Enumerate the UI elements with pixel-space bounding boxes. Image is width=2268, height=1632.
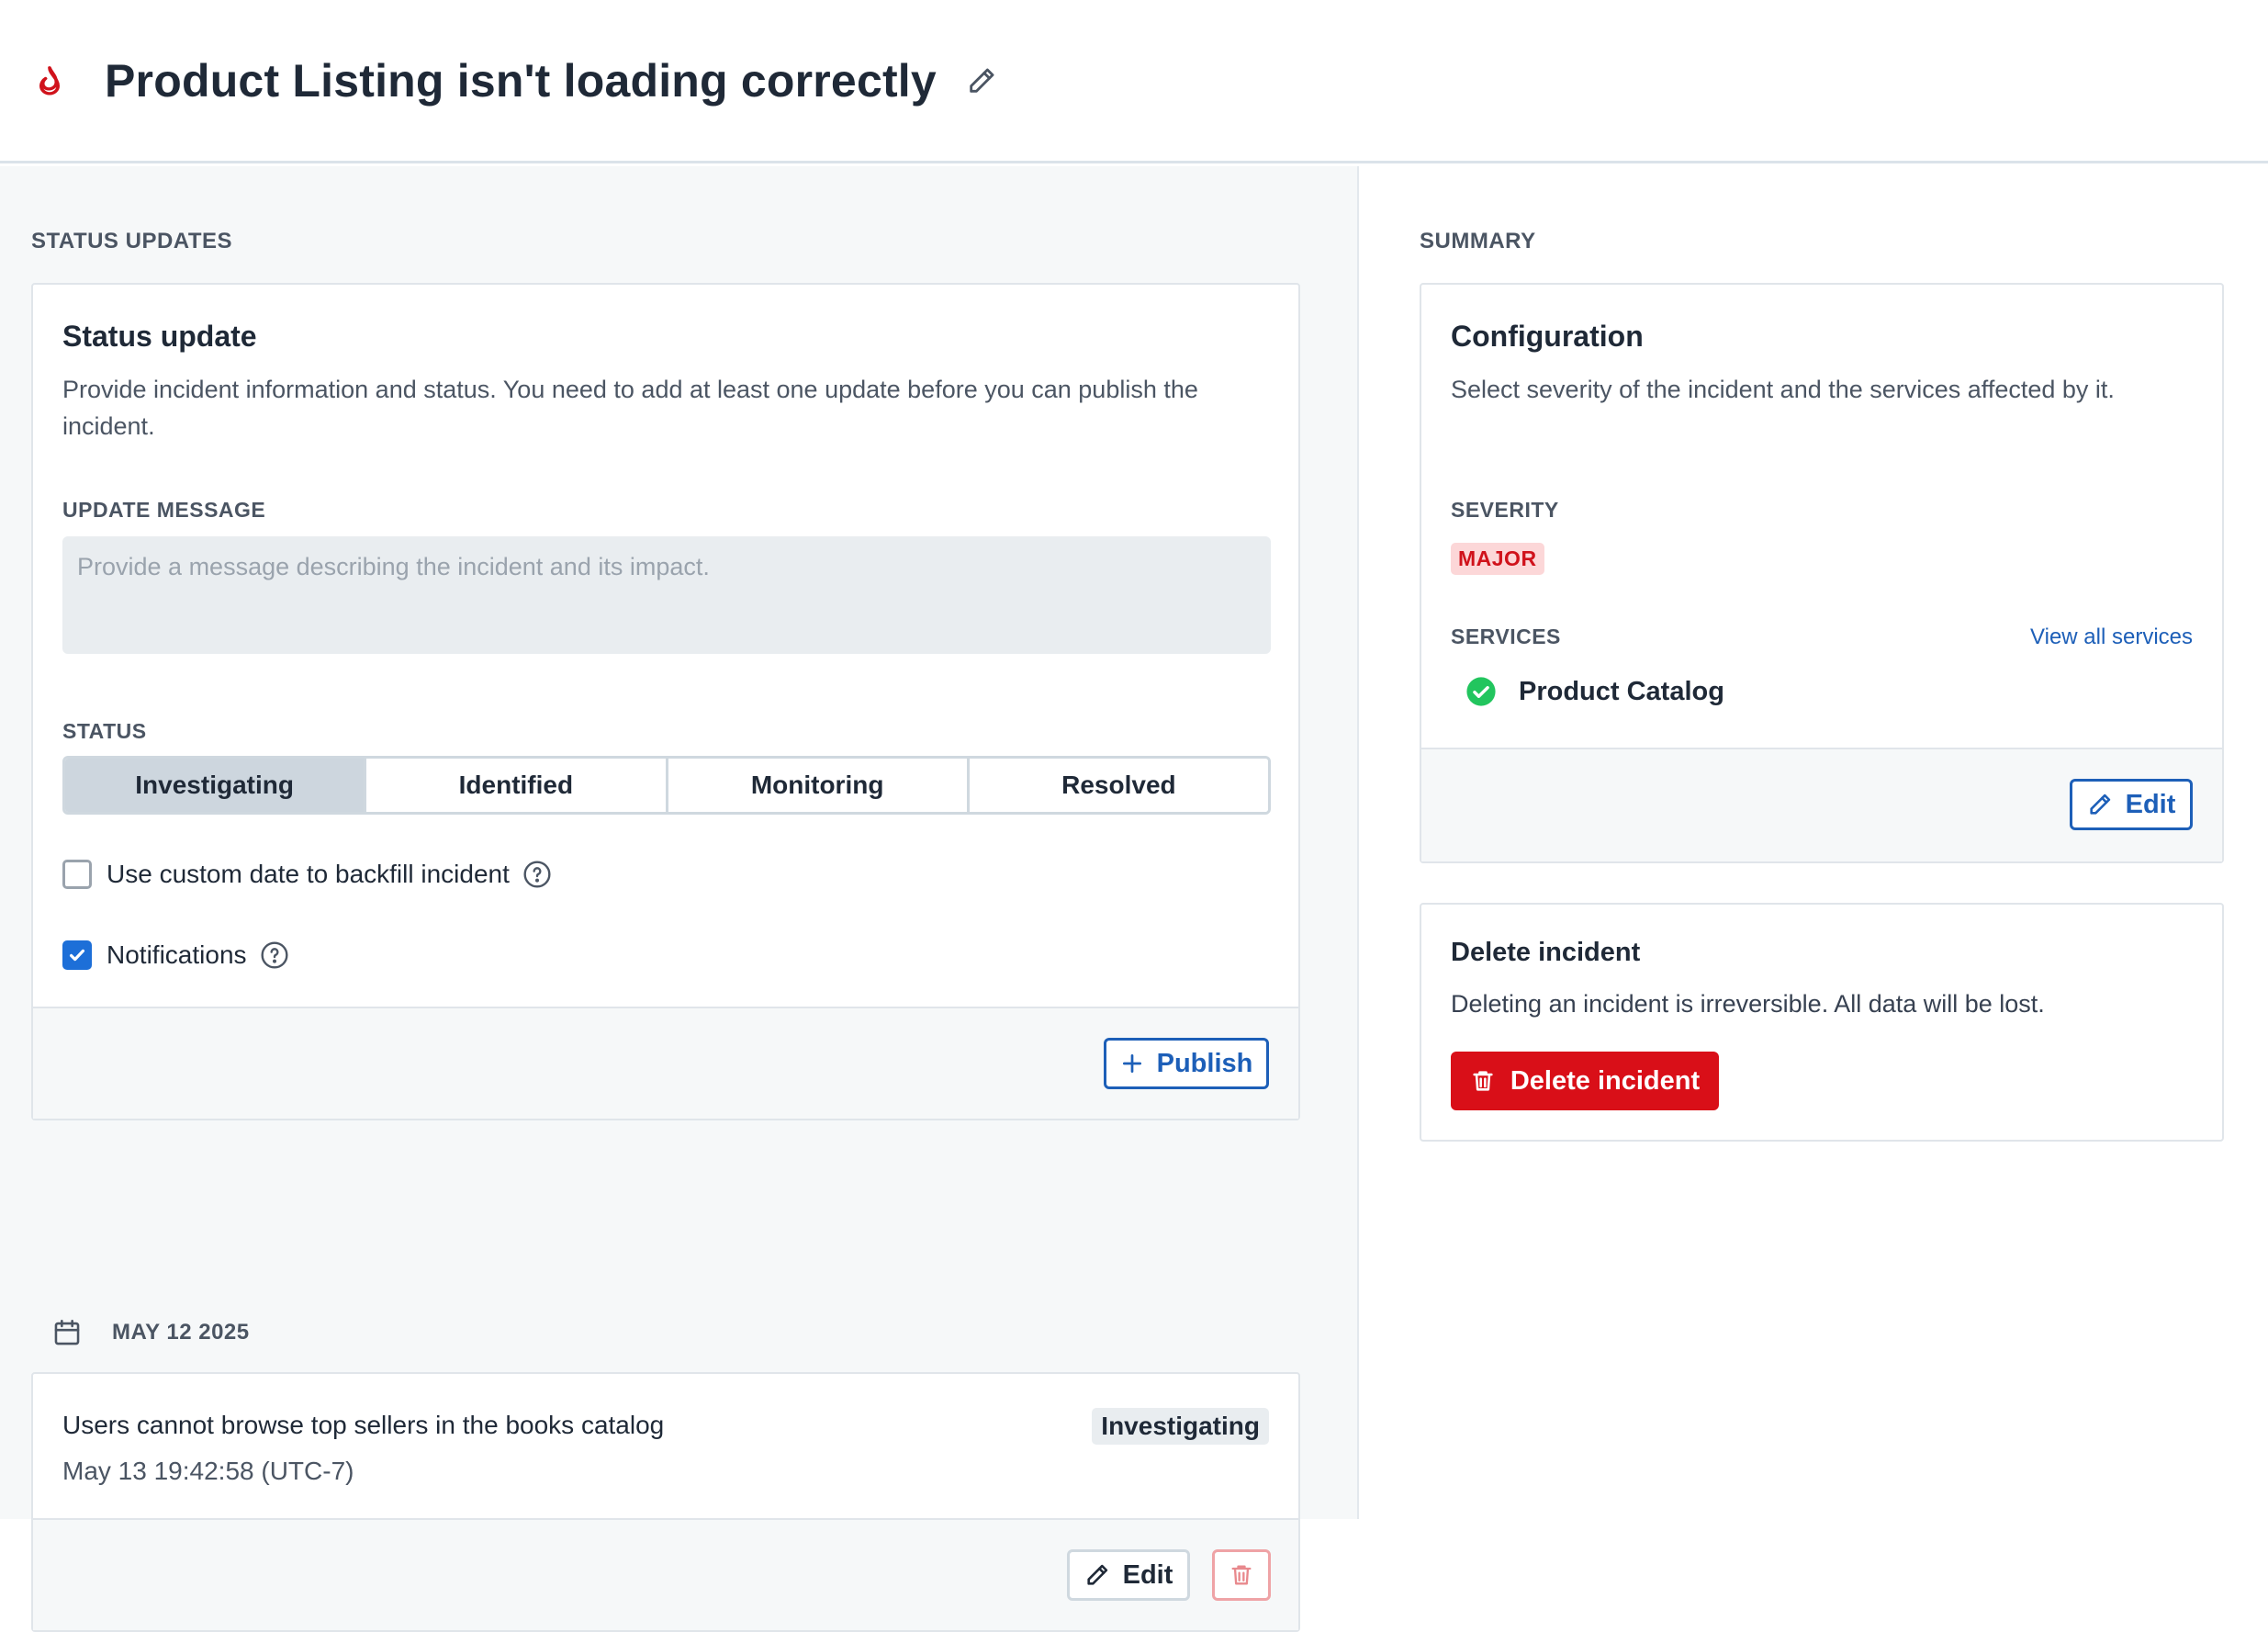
delete-incident-description: Deleting an incident is irreversible. Al…: [1451, 990, 2045, 1018]
flame-icon: [39, 65, 60, 95]
custom-date-row: Use custom date to backfill incident: [62, 860, 552, 889]
status-update-card: Status update Provide incident informati…: [31, 283, 1300, 1120]
notifications-row: Notifications: [62, 940, 289, 970]
update-edit-label: Edit: [1122, 1559, 1173, 1590]
update-item-footer: Edit: [33, 1518, 1298, 1630]
configuration-edit-button[interactable]: Edit: [2070, 779, 2193, 830]
summary-panel: SUMMARY Configuration Select severity of…: [1361, 166, 2268, 1519]
notifications-checkbox[interactable]: [62, 940, 92, 970]
update-edit-button[interactable]: Edit: [1067, 1549, 1190, 1601]
status-update-title: Status update: [62, 320, 257, 353]
status-option-investigating[interactable]: Investigating: [65, 759, 365, 812]
publish-label: Publish: [1156, 1048, 1253, 1078]
delete-incident-label: Delete incident: [1510, 1065, 1701, 1096]
summary-label: SUMMARY: [1420, 229, 1536, 253]
update-status-badge: Investigating: [1092, 1408, 1269, 1445]
status-option-resolved[interactable]: Resolved: [966, 759, 1268, 812]
date-group-label: MAY 12 2025: [112, 1320, 250, 1345]
trash-icon: [1231, 1565, 1252, 1585]
page-header: Product Listing isn't loading correctly: [0, 0, 2268, 163]
severity-label: SEVERITY: [1451, 498, 1559, 522]
service-name: Product Catalog: [1519, 676, 1724, 706]
status-label: STATUS: [62, 719, 147, 743]
configuration-description: Select severity of the incident and the …: [1451, 376, 2115, 403]
update-message-input[interactable]: [62, 536, 1271, 654]
publish-button[interactable]: Publish: [1104, 1038, 1269, 1089]
status-updates-panel: STATUS UPDATES Status update Provide inc…: [0, 166, 1359, 1632]
check-circle-icon: [1466, 677, 1496, 706]
view-all-services-link[interactable]: View all services: [2030, 625, 2193, 650]
status-updates-label: STATUS UPDATES: [31, 229, 233, 253]
configuration-title: Configuration: [1451, 320, 1644, 353]
configuration-footer: Edit: [1421, 748, 2222, 861]
severity-badge: MAJOR: [1451, 543, 1544, 575]
custom-date-checkbox[interactable]: [62, 860, 92, 889]
date-group-header: MAY 12 2025: [51, 1317, 250, 1348]
status-update-footer: Publish: [33, 1007, 1298, 1119]
trash-icon: [1473, 1071, 1493, 1091]
custom-date-label: Use custom date to backfill incident: [107, 860, 510, 888]
plus-icon: [1122, 1053, 1141, 1074]
update-message: Users cannot browse top sellers in the b…: [62, 1411, 665, 1439]
calendar-icon: [54, 1319, 80, 1345]
update-message-label: UPDATE MESSAGE: [62, 498, 266, 522]
pencil-icon: [1086, 1564, 1107, 1585]
check-icon: [69, 949, 85, 962]
configuration-card: Configuration Select severity of the inc…: [1420, 283, 2224, 863]
delete-incident-button[interactable]: Delete incident: [1451, 1052, 1719, 1110]
update-timestamp: May 13 19:42:58 (UTC-7): [62, 1457, 354, 1485]
update-item-card: Users cannot browse top sellers in the b…: [31, 1372, 1300, 1632]
delete-incident-card: Delete incident Deleting an incident is …: [1420, 903, 2224, 1142]
delete-incident-title: Delete incident: [1451, 938, 1641, 967]
page-title: Product Listing isn't loading correctly: [105, 54, 937, 107]
update-delete-button[interactable]: [1212, 1549, 1271, 1601]
status-update-description: Provide incident information and status.…: [62, 376, 1198, 440]
service-item: Product Catalog: [1465, 676, 1724, 707]
pencil-icon[interactable]: [966, 65, 997, 96]
notifications-label: Notifications: [107, 940, 247, 969]
status-selector: Investigating Identified Monitoring Reso…: [62, 756, 1271, 815]
help-icon[interactable]: [260, 940, 289, 970]
pencil-icon: [2089, 793, 2110, 815]
configuration-edit-label: Edit: [2125, 789, 2176, 819]
services-label: SERVICES: [1451, 625, 1561, 648]
status-option-identified[interactable]: Identified: [364, 759, 666, 812]
help-icon[interactable]: [522, 860, 552, 889]
status-option-monitoring[interactable]: Monitoring: [665, 759, 967, 812]
